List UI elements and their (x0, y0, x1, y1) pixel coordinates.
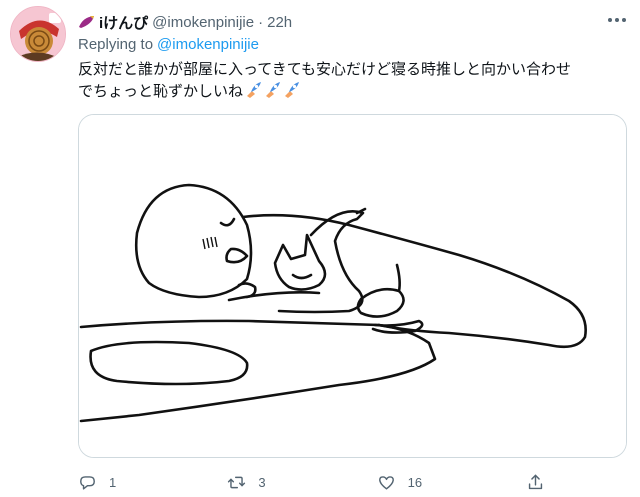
avatar[interactable] (10, 6, 66, 62)
reply-prefix: Replying to (78, 36, 154, 53)
retweet-count: 3 (258, 474, 266, 490)
reply-icon (80, 475, 95, 490)
avatar-illustration (11, 7, 65, 61)
rocket-emoji-icon (263, 81, 282, 99)
tweet-text-line: でちょっと恥ずかしいね (78, 80, 624, 102)
like-count: 16 (407, 474, 423, 490)
more-options-button[interactable] (604, 10, 630, 30)
timestamp[interactable]: 22h (267, 14, 292, 31)
more-dot-icon (622, 18, 626, 22)
retweet-button[interactable]: 3 (227, 473, 287, 492)
tweet-card[interactable]: iけんぴ @imokenpinijie · 22h Replying to @im… (0, 0, 640, 497)
sleeping-drawing-image (79, 115, 626, 457)
retweet-icon (228, 476, 246, 488)
reply-to-handle[interactable]: @imokenpinijie (157, 36, 259, 53)
rocket-emoji-icon (282, 81, 301, 99)
heart-icon (378, 475, 394, 490)
tweet-text: 反対だと誰かが部屋に入ってきても安心だけど寝る時推しと向かい合わせ でちょっと恥… (78, 58, 624, 102)
reply-count: 1 (109, 474, 117, 490)
like-button[interactable]: 16 (377, 473, 437, 492)
tweet-media-image[interactable] (78, 114, 627, 458)
reply-context: Replying to @imokenpinijie (78, 36, 259, 53)
share-button[interactable] (526, 473, 546, 492)
separator-dot: · (258, 13, 264, 31)
more-dot-icon (615, 18, 619, 22)
tweet-text-line: 反対だと誰かが部屋に入ってきても安心だけど寝る時推しと向かい合わせ (78, 60, 572, 78)
display-name[interactable]: iけんぴ (99, 12, 148, 33)
sweet-potato-icon (79, 16, 94, 28)
tweet-header: iけんぴ @imokenpinijie · 22h (78, 12, 292, 32)
tweet-text-fragment: でちょっと恥ずかしいね (78, 82, 244, 100)
reply-button[interactable]: 1 (78, 473, 138, 492)
rocket-emoji-icon (244, 81, 263, 99)
user-handle[interactable]: @imokenpinijie (152, 14, 254, 31)
tweet-actions: 1 3 16 (78, 468, 546, 496)
share-icon (528, 474, 543, 489)
more-dot-icon (608, 18, 612, 22)
